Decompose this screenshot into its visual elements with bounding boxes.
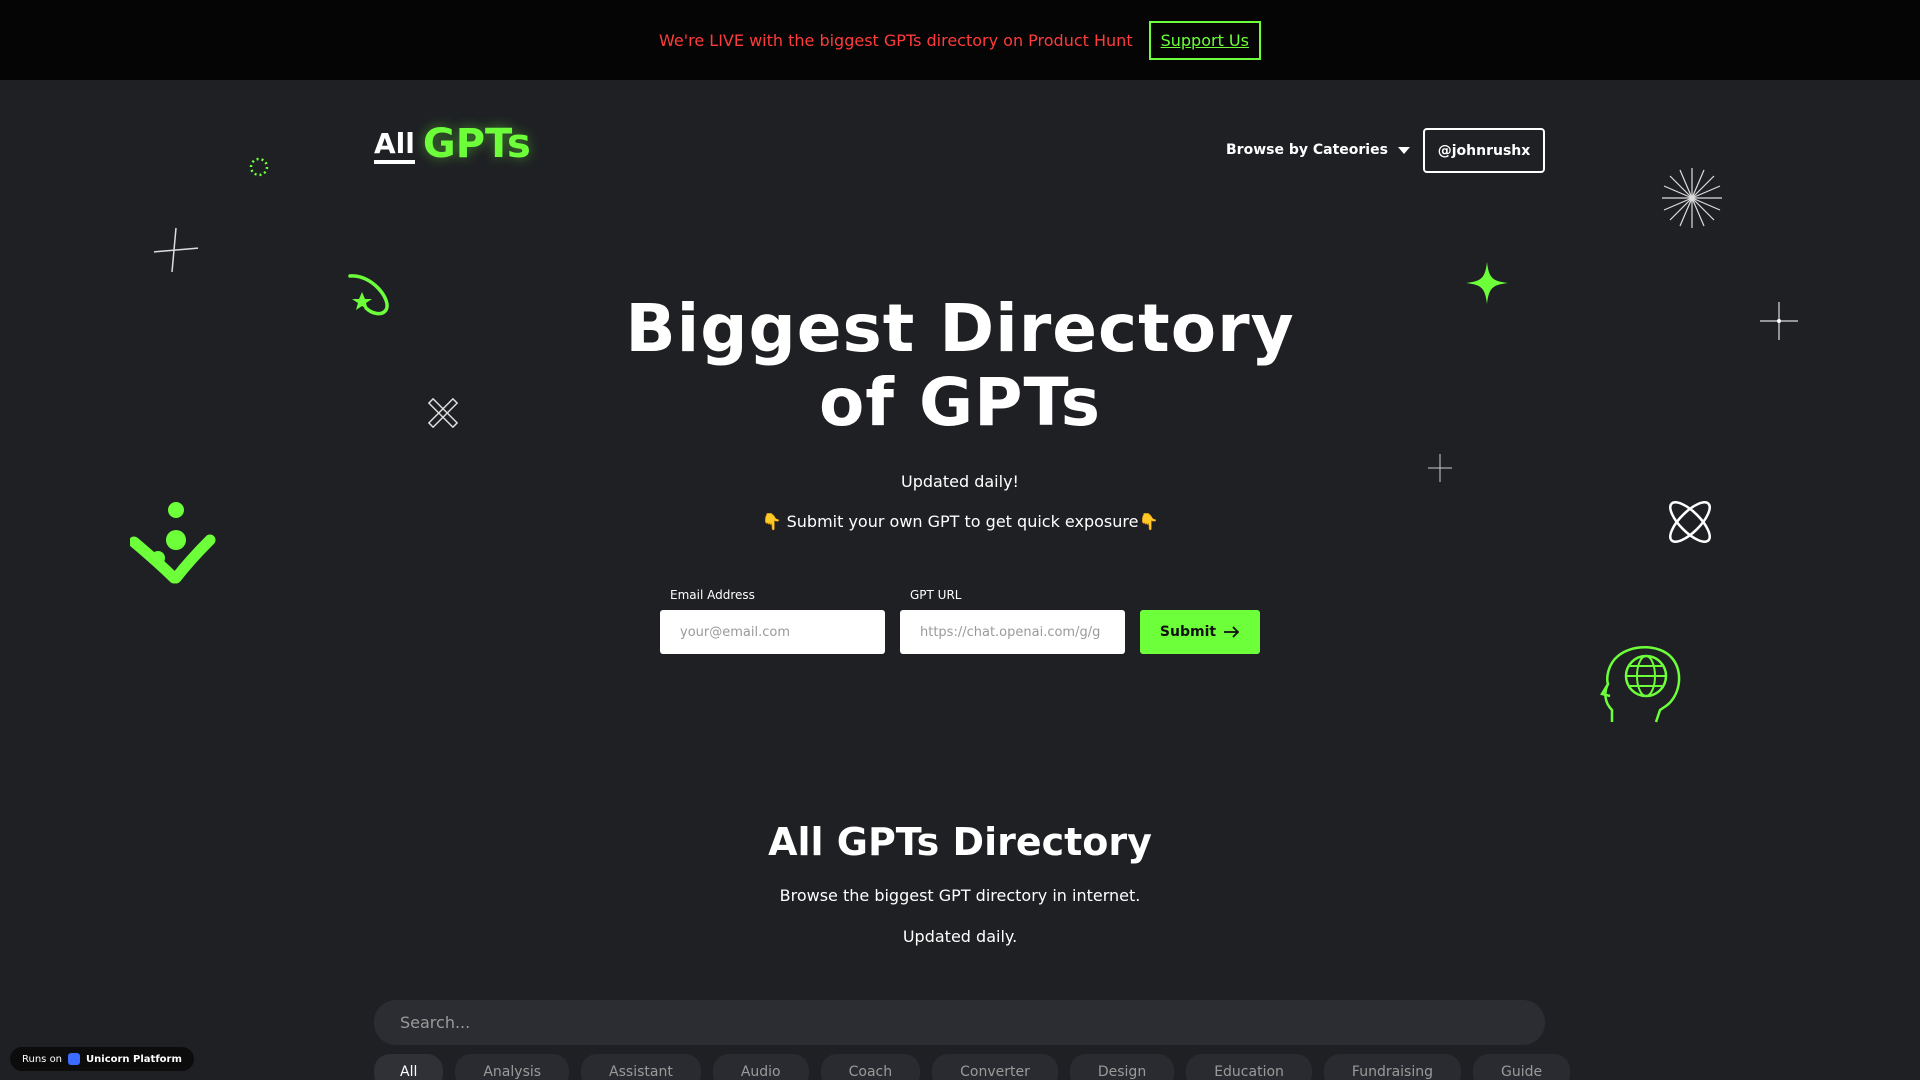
- runs-on-prefix: Runs on: [22, 1054, 62, 1065]
- directory-title: All GPTs Directory: [660, 820, 1260, 864]
- logo-main: GPTs: [423, 124, 531, 164]
- submit-label: Submit: [1160, 624, 1216, 640]
- browse-categories-label: Browse by Cateories: [1226, 142, 1388, 158]
- four-point-star-icon: [1466, 262, 1508, 304]
- category-coach[interactable]: Coach: [821, 1054, 921, 1080]
- user-profile-button[interactable]: @johnrushx: [1423, 128, 1545, 173]
- runs-on-name: Unicorn Platform: [86, 1054, 182, 1065]
- hero-title-line1: Biggest Directory: [625, 290, 1294, 367]
- logo[interactable]: All GPTs: [374, 124, 531, 164]
- molecule-icon: [130, 500, 216, 586]
- category-audio[interactable]: Audio: [713, 1054, 809, 1080]
- email-field[interactable]: [660, 610, 885, 654]
- cross-x-icon: [428, 398, 458, 428]
- category-assistant[interactable]: Assistant: [581, 1054, 701, 1080]
- hero-title: Biggest Directory of GPTs: [560, 292, 1360, 440]
- category-guide[interactable]: Guide: [1473, 1054, 1570, 1080]
- category-filters: All Analysis Assistant Audio Coach Conve…: [374, 1054, 1545, 1080]
- orbit-star-icon: [344, 268, 396, 320]
- gpt-url-label: GPT URL: [910, 588, 962, 602]
- atom-icon: [1660, 492, 1720, 552]
- sparkle-icon: [152, 226, 200, 274]
- plus-sparkle-icon: [1760, 302, 1798, 340]
- search-input[interactable]: [374, 1000, 1545, 1045]
- caret-down-icon: [1398, 147, 1410, 154]
- directory-subtitle: Browse the biggest GPT directory in inte…: [660, 886, 1260, 905]
- announcement-bar: We're LIVE with the biggest GPTs directo…: [0, 0, 1920, 80]
- unicorn-platform-logo-icon: [68, 1053, 80, 1065]
- head-globe-icon: [1598, 642, 1684, 726]
- category-education[interactable]: Education: [1186, 1054, 1312, 1080]
- announcement-text: We're LIVE with the biggest GPTs directo…: [659, 31, 1133, 50]
- browse-categories-dropdown[interactable]: Browse by Cateories: [1208, 128, 1428, 172]
- submit-prompt: 👇 Submit your own GPT to get quick expos…: [660, 512, 1260, 531]
- dotted-circle-icon: [248, 156, 270, 178]
- plus-sparkle-small-icon: [1428, 454, 1452, 482]
- category-fundraising[interactable]: Fundraising: [1324, 1054, 1461, 1080]
- support-us-button[interactable]: Support Us: [1149, 21, 1261, 60]
- runs-on-badge[interactable]: Runs on Unicorn Platform: [10, 1047, 194, 1071]
- category-converter[interactable]: Converter: [932, 1054, 1058, 1080]
- category-design[interactable]: Design: [1070, 1054, 1174, 1080]
- email-label: Email Address: [670, 588, 755, 602]
- logo-prefix: All: [374, 130, 415, 164]
- category-all[interactable]: All: [374, 1054, 443, 1080]
- arrow-right-icon: [1224, 626, 1240, 638]
- hero-subtitle: Updated daily!: [660, 472, 1260, 491]
- submit-button[interactable]: Submit: [1140, 610, 1260, 654]
- starburst-icon: [1660, 166, 1724, 230]
- hero-title-line2: of GPTs: [819, 364, 1101, 441]
- category-analysis[interactable]: Analysis: [455, 1054, 569, 1080]
- gpt-url-field[interactable]: [900, 610, 1125, 654]
- directory-updated: Updated daily.: [660, 927, 1260, 946]
